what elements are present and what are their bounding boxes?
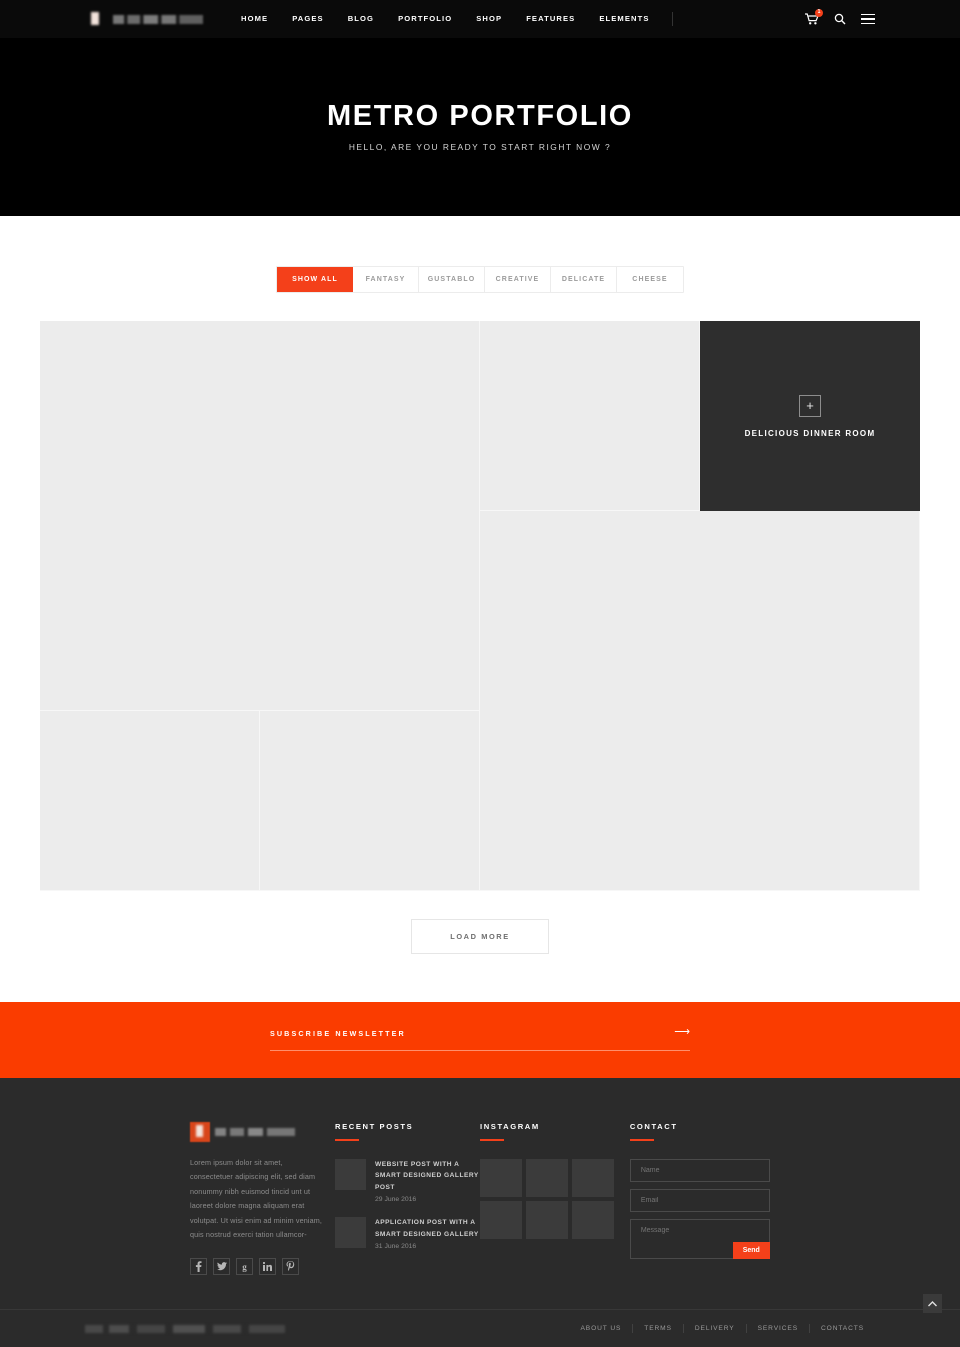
chevron-up-icon[interactable] [923,1294,942,1313]
header-divider [671,12,673,26]
newsletter-label: SUBSCRIBE NEWSLETTER [270,1029,406,1038]
instagram-heading: INSTAGRAM [480,1122,540,1131]
twitter-icon[interactable] [213,1258,230,1276]
nav-item-features[interactable]: FEATURES [514,0,587,38]
site-header: HOME PAGES BLOG PORTFOLIO SHOP FEATURES … [0,0,960,38]
contact-heading: CONTACT [629,1122,678,1131]
heading-underline [335,1139,359,1141]
contact-email-input[interactable] [629,1188,770,1212]
header-icon-group: 1 [804,8,875,27]
facebook-icon[interactable] [190,1258,207,1276]
filter-creative[interactable]: CREATIVE [485,267,551,292]
nav-item-portfolio[interactable]: PORTFOLIO [386,0,464,38]
filter-cheese[interactable]: CHEESE [617,267,683,292]
footer-link-delivery[interactable]: DELIVERY [684,1325,746,1332]
nav-item-home[interactable]: HOME [229,0,280,38]
recent-posts-heading: RECENT POSTS [335,1122,414,1131]
footer-bottom-bar: ABOUT US TERMS DELIVERY SERVICES CONTACT… [0,1309,960,1347]
arrow-right-icon[interactable]: ⟶ [674,1027,690,1038]
menu-icon[interactable] [860,12,875,27]
newsletter-input[interactable] [270,1050,690,1051]
instagram-thumbnail[interactable] [572,1200,614,1239]
nav-item-pages[interactable]: PAGES [280,0,336,38]
heading-underline [480,1139,504,1141]
nav-item-elements[interactable]: ELEMENTS [587,0,661,38]
portfolio-tile-2[interactable] [480,321,700,511]
linkedin-icon[interactable] [259,1258,276,1276]
post-thumbnail [335,1217,366,1249]
send-button[interactable]: Send [732,1241,770,1259]
logo-mark-icon [85,8,107,30]
contact-name-input[interactable] [629,1158,770,1182]
plus-icon: + [799,394,821,417]
site-logo[interactable] [85,8,203,30]
footer-instagram-column: INSTAGRAM [480,1122,630,1275]
footer-logo[interactable] [190,1122,295,1142]
hero-banner: METRO PORTFOLIO HELLO, ARE YOU READY TO … [0,38,960,216]
portfolio-tile-1[interactable] [40,321,480,711]
heading-underline [629,1139,654,1141]
footer-link-services[interactable]: SERVICES [747,1325,809,1332]
filter-gustablo[interactable]: GUSTABLO [419,267,485,292]
portfolio-tile-4[interactable] [480,511,920,891]
recent-post-item[interactable]: WEBSITE POST WITH A SMART DESIGNED GALLE… [335,1158,480,1204]
footer-about-column: Lorem ipsum dolor sit amet, consectetuer… [190,1122,335,1276]
load-more-button[interactable]: LOAD MORE [411,919,549,954]
footer-logo-mark-icon [190,1122,210,1142]
instagram-grid [480,1158,630,1239]
footer-about-text: Lorem ipsum dolor sit amet, consectetuer… [190,1158,323,1240]
footer-logo-wordmark [215,1128,295,1136]
portfolio-tile-5[interactable] [40,711,260,891]
main-navigation: HOME PAGES BLOG PORTFOLIO SHOP FEATURES … [229,0,662,38]
hero-subtitle: HELLO, ARE YOU READY TO START RIGHT NOW … [348,142,612,152]
post-title: APPLICATION POST WITH A SMART DESIGNED G… [375,1219,479,1238]
page-title: METRO PORTFOLIO [327,100,633,132]
post-thumbnail [335,1158,366,1190]
post-date: 29 June 2016 [375,1196,417,1204]
instagram-thumbnail[interactable] [526,1200,568,1239]
portfolio-tile-6[interactable] [260,711,480,891]
post-date: 31 June 2016 [375,1243,417,1251]
filter-show-all[interactable]: SHOW ALL [277,267,353,292]
newsletter-band: SUBSCRIBE NEWSLETTER ⟶ [0,1002,960,1078]
google-plus-icon[interactable]: g [236,1258,253,1276]
footer-link-contacts[interactable]: CONTACTS [810,1325,875,1332]
instagram-thumbnail[interactable] [526,1158,568,1197]
search-icon[interactable] [832,12,847,27]
portfolio-tile-3[interactable]: + DELICIOUS DINNER ROOM [700,321,920,511]
portfolio-filters-section: SHOW ALL FANTASY GUSTABLO CREATIVE DELIC… [0,216,960,293]
copyright-text [85,1324,285,1333]
portfolio-tile-title: DELICIOUS DINNER ROOM [744,428,876,438]
footer-contact-column: CONTACT Send [629,1122,770,1275]
nav-item-shop[interactable]: SHOP [464,0,514,38]
footer-link-about-us[interactable]: ABOUT US [570,1325,633,1332]
social-links: g [190,1258,335,1276]
portfolio-filter-group: SHOW ALL FANTASY GUSTABLO CREATIVE DELIC… [276,266,684,293]
cart-count-badge: 1 [815,8,823,17]
site-footer: Lorem ipsum dolor sit amet, consectetuer… [0,1078,960,1347]
nav-item-blog[interactable]: BLOG [336,0,386,38]
pinterest-icon[interactable] [282,1258,299,1276]
instagram-thumbnail[interactable] [480,1200,522,1239]
instagram-thumbnail[interactable] [572,1158,614,1197]
filter-fantasy[interactable]: FANTASY [353,267,419,292]
filter-delicate[interactable]: DELICATE [551,267,617,292]
logo-wordmark [113,14,203,24]
portfolio-grid: + DELICIOUS DINNER ROOM [40,321,920,891]
post-title: WEBSITE POST WITH A SMART DESIGNED GALLE… [375,1160,479,1191]
footer-recent-posts-column: RECENT POSTS WEBSITE POST WITH A SMART D… [335,1122,480,1275]
recent-post-item[interactable]: APPLICATION POST WITH A SMART DESIGNED G… [335,1217,480,1250]
cart-icon[interactable]: 1 [804,8,823,27]
load-more-section: LOAD MORE [0,891,960,1002]
footer-links: ABOUT US TERMS DELIVERY SERVICES CONTACT… [570,1324,876,1334]
footer-link-terms[interactable]: TERMS [633,1325,683,1332]
instagram-thumbnail[interactable] [480,1158,522,1197]
